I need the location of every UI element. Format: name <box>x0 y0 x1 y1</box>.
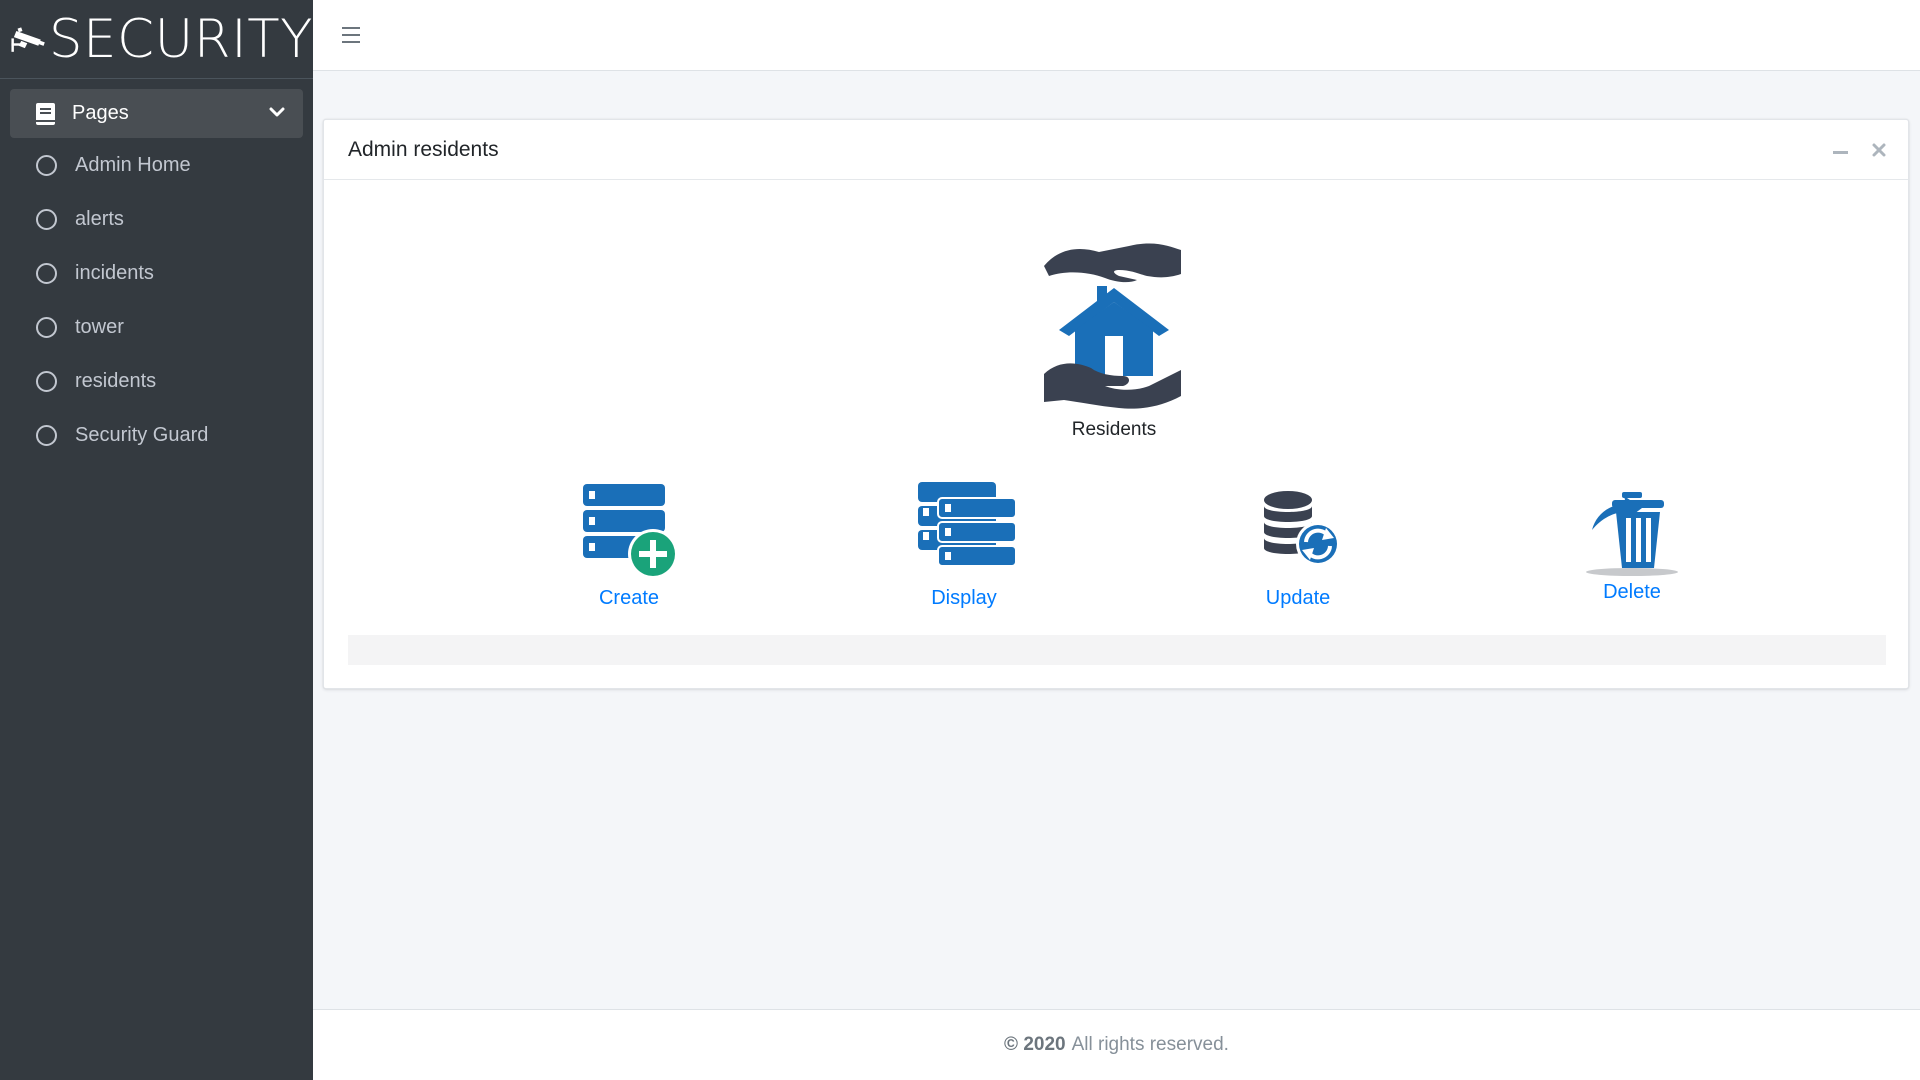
book-icon <box>36 102 55 125</box>
circle-icon <box>36 154 57 176</box>
footer-text: All rights reserved. <box>1071 1034 1229 1055</box>
sidebar-item-label: alerts <box>75 207 124 230</box>
admin-residents-card: Admin residents Residents Create Display… <box>323 119 1909 689</box>
database-add-icon <box>583 484 678 579</box>
sidebar-item-residents[interactable]: residents <box>10 354 303 408</box>
sidebar-item-admin-home[interactable]: Admin Home <box>10 138 303 192</box>
trash-icon <box>1586 492 1678 576</box>
sidebar-item-label: Admin Home <box>75 153 191 176</box>
sidebar-item-label: incidents <box>75 261 154 284</box>
database-list-icon <box>918 482 1017 567</box>
sidebar-section-pages[interactable]: Pages <box>10 89 303 138</box>
circle-icon <box>36 208 57 230</box>
sidebar-item-tower[interactable]: tower <box>10 300 303 354</box>
create-label[interactable]: Create <box>554 587 704 610</box>
sidebar-item-incidents[interactable]: incidents <box>10 246 303 300</box>
sidebar: SECURITY Pages Admin Home alerts inciden… <box>0 0 313 1080</box>
page-footer: © 2020 All rights reserved. <box>313 1009 1920 1080</box>
sidebar-item-label: Security Guard <box>75 423 209 446</box>
sidebar-item-label: residents <box>75 369 157 392</box>
circle-icon <box>36 316 57 338</box>
security-camera-icon <box>11 27 45 52</box>
card-title: Admin residents <box>348 137 499 161</box>
card-footer <box>348 635 1886 665</box>
residents-label: Residents <box>1071 419 1157 440</box>
hands-house-icon <box>1044 243 1181 409</box>
minus-icon[interactable] <box>1833 151 1848 154</box>
create-action[interactable]: Create <box>554 478 704 610</box>
top-navbar <box>313 0 1920 71</box>
brand-link[interactable]: SECURITY <box>0 0 313 79</box>
chevron-down-icon[interactable] <box>269 104 285 120</box>
display-action[interactable]: Display <box>889 478 1039 610</box>
sidebar-item-security-guard[interactable]: Security Guard <box>10 408 303 462</box>
close-icon[interactable] <box>1870 141 1888 159</box>
footer-year: © 2020 <box>1004 1034 1066 1055</box>
delete-action[interactable]: Delete <box>1557 490 1707 604</box>
brand-name: SECURITY <box>48 8 313 70</box>
circle-icon <box>36 424 57 446</box>
sidebar-item-label: tower <box>75 315 124 338</box>
sidebar-item-alerts[interactable]: alerts <box>10 192 303 246</box>
update-label[interactable]: Update <box>1223 587 1373 610</box>
sidebar-nav: Pages Admin Home alerts incidents tower … <box>0 79 313 462</box>
hamburger-icon[interactable] <box>342 27 360 43</box>
circle-icon <box>36 262 57 284</box>
card-header: Admin residents <box>324 120 1908 180</box>
display-label[interactable]: Display <box>889 587 1039 610</box>
residents-hero: Residents <box>1019 226 1209 441</box>
delete-label[interactable]: Delete <box>1557 581 1707 604</box>
sidebar-section-label: Pages <box>72 102 129 124</box>
database-refresh-icon <box>1264 491 1340 566</box>
update-action[interactable]: Update <box>1223 484 1373 610</box>
circle-icon <box>36 370 57 392</box>
